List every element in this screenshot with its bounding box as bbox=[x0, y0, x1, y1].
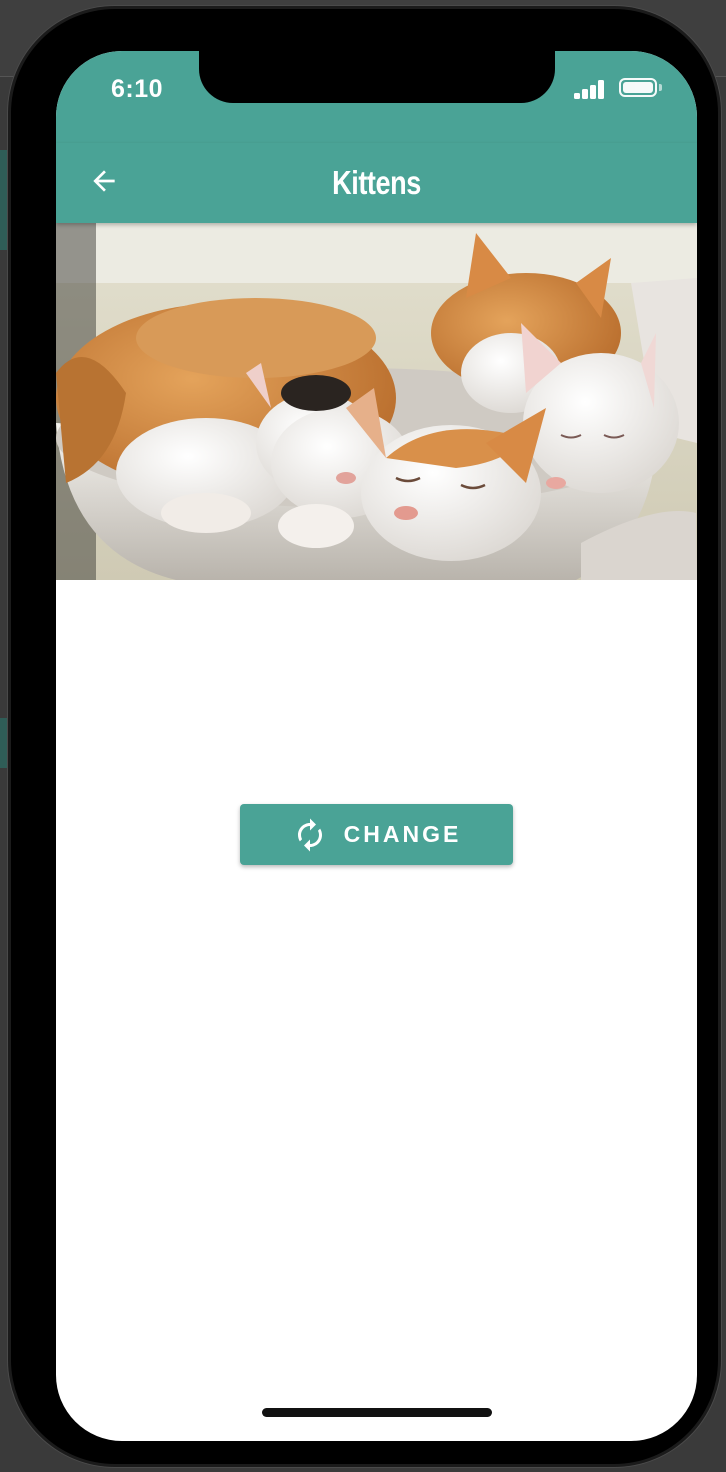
page-title: Kittens bbox=[332, 164, 421, 201]
battery-tip bbox=[659, 84, 662, 91]
phone-frame: 6:10 Kittens CHANGE bbox=[11, 9, 718, 1464]
home-indicator[interactable] bbox=[262, 1408, 492, 1417]
status-time: 6:10 bbox=[111, 75, 164, 103]
device-notch bbox=[199, 51, 555, 103]
change-button[interactable]: CHANGE bbox=[240, 804, 513, 865]
change-button-label: CHANGE bbox=[343, 821, 462, 847]
kittens-photo bbox=[56, 223, 697, 580]
refresh-icon bbox=[292, 817, 328, 853]
cellular-signal-icon bbox=[574, 79, 606, 99]
phone-screen: 6:10 Kittens CHANGE bbox=[56, 51, 697, 1441]
app-bar: Kittens bbox=[56, 143, 697, 223]
battery-icon bbox=[619, 78, 657, 97]
